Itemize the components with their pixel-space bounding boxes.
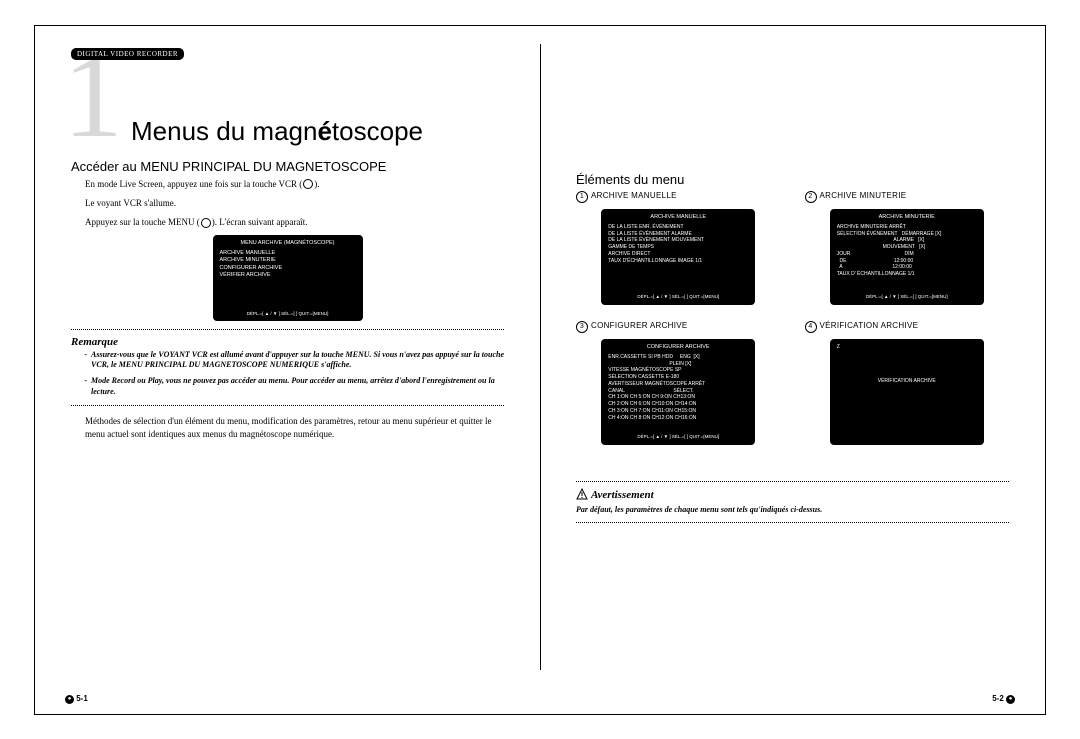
item-1-text: ARCHIVE MANUELLE bbox=[591, 191, 677, 200]
circled-3: 3 bbox=[576, 321, 588, 333]
rule-2 bbox=[71, 405, 504, 406]
warning-icon bbox=[576, 488, 588, 500]
step3-a: Appuyez sur la touche MENU ( bbox=[85, 217, 200, 227]
osd-item: ARCHIVE MANUELLE bbox=[220, 250, 356, 257]
item-1-label: 1ARCHIVE MANUELLE bbox=[576, 191, 781, 203]
page-number-text: 5-2 bbox=[992, 694, 1004, 703]
sb-z: Z bbox=[837, 344, 977, 351]
osd-verification-archive: Z VÉRIFICATION ARCHIVE bbox=[830, 339, 984, 445]
right-page: Éléments du menu 1ARCHIVE MANUELLE ARCHI… bbox=[540, 26, 1045, 714]
sb-l: TAUX D'ÉCHANTILLONNAGE IMAGE 1/1 bbox=[608, 258, 748, 265]
item-4-label: 4VÉRIFICATION ARCHIVE bbox=[805, 321, 1010, 333]
sb-t: ARCHIVE MANUELLE bbox=[608, 214, 748, 221]
sb-l: CH 1:ON CH 5:ON CH 9:ON CH13:ON bbox=[608, 394, 748, 401]
item-3-text: CONFIGURER ARCHIVE bbox=[591, 321, 688, 330]
menu-items-row-2: 3CONFIGURER ARCHIVE CONFIGURER ARCHIVE E… bbox=[576, 321, 1009, 445]
rule-4 bbox=[576, 522, 1009, 523]
sb-l: JOUR DIM bbox=[837, 251, 977, 258]
sb-l: TAUX D' ÉCHANTILLONNAGE 1/1 bbox=[837, 271, 977, 278]
item-3: 3CONFIGURER ARCHIVE CONFIGURER ARCHIVE E… bbox=[576, 321, 781, 445]
chapter-title-a: Menus du magn bbox=[131, 116, 317, 146]
sb-l: CANAL SÉLECT. bbox=[608, 388, 748, 395]
sb-l: ARCHIVE MINUTERIE ARRÊT bbox=[837, 224, 977, 231]
remarque-block: Assurez-vous que le VOYANT VCR est allum… bbox=[71, 350, 504, 398]
sb-l: VÉRIFICATION ARCHIVE bbox=[837, 378, 977, 385]
sb-f: DÉPL.=[ ▲ / ▼ ] SÉL.=[ ] QUIT.=[MENU] bbox=[608, 434, 748, 440]
sb-l: MOUVEMENT [X] bbox=[837, 244, 977, 251]
remarque-item: Mode Record ou Play, vous ne pouvez pas … bbox=[91, 376, 504, 397]
item-4-text: VÉRIFICATION ARCHIVE bbox=[820, 321, 919, 330]
page-number-bullet: ● bbox=[65, 695, 74, 704]
sb-t: ARCHIVE MINUTERIE bbox=[837, 214, 977, 221]
sb-l: DE LA LISTE ENR. ÉVÉNEMENT bbox=[608, 224, 748, 231]
sb-l: AVERTISSEUR MAGNÉTOSCOPE ARRÊT bbox=[608, 381, 748, 388]
circled-1: 1 bbox=[576, 191, 588, 203]
right-section-heading: Éléments du menu bbox=[576, 172, 1009, 187]
osd-configurer-archive: CONFIGURER ARCHIVE ENR.CASSETTE SI PB HD… bbox=[601, 339, 755, 445]
item-2-text: ARCHIVE MINUTERIE bbox=[820, 191, 907, 200]
sb-l: SÉLECTION ÉVÉNEMENT DÉMARRAGE [X] bbox=[837, 231, 977, 238]
menu-items-row-1: 1ARCHIVE MANUELLE ARCHIVE MANUELLE DE LA… bbox=[576, 191, 1009, 305]
page-number-left: ● 5-1 bbox=[65, 694, 88, 703]
spacer bbox=[837, 350, 977, 378]
step1-b: ). bbox=[314, 179, 319, 189]
osd-title: MENU ARCHIVE (MAGNÉTOSCOPE) bbox=[220, 240, 356, 247]
item-1: 1ARCHIVE MANUELLE ARCHIVE MANUELLE DE LA… bbox=[576, 191, 781, 305]
item-2-label: 2ARCHIVE MINUTERIE bbox=[805, 191, 1010, 203]
vcr-button-icon bbox=[303, 179, 313, 189]
page-number-bullet: ● bbox=[1006, 695, 1015, 704]
step-2: Le voyant VCR s'allume. bbox=[85, 197, 504, 210]
step-3: Appuyez sur la touche MENU ( ). L'écran s… bbox=[85, 216, 504, 229]
step1-a: En mode Live Screen, appuyez une fois su… bbox=[85, 179, 302, 189]
sb-l: CH 2:ON CH 6:ON CH10:ON CH14:ON bbox=[608, 401, 748, 408]
osd-screen-main: MENU ARCHIVE (MAGNÉTOSCOPE) ARCHIVE MANU… bbox=[213, 235, 363, 321]
page-number-text: 5-1 bbox=[76, 694, 88, 703]
menu-button-icon bbox=[201, 218, 211, 228]
sb-l: DE 12:00:00 bbox=[837, 258, 977, 265]
sb-l: SÉLECTION CASSETTE E-180 bbox=[608, 374, 748, 381]
osd-footer: DÉPL.=[ ▲ / ▼ ] SÉL.=[ ] QUIT.=[MENU] bbox=[220, 311, 356, 317]
sb-l: ALARME [X] bbox=[837, 237, 977, 244]
left-section-heading: Accéder au MENU PRINCIPAL DU MAGNETOSCOP… bbox=[71, 159, 504, 174]
page-spread: DIGITAL VIDEO RECORDER 1 Menus du magnét… bbox=[34, 25, 1046, 715]
item-4: 4VÉRIFICATION ARCHIVE Z VÉRIFICATION ARC… bbox=[805, 321, 1010, 445]
sb-l: ARCHIVE DIRECT bbox=[608, 251, 748, 258]
chapter-title-c: toscope bbox=[332, 116, 423, 146]
sb-txt: ARCHIVE MINUTERIE ARRÊT bbox=[837, 224, 906, 231]
osd-item: VÉRIFIER ARCHIVE bbox=[220, 272, 356, 279]
avertissement-body: Par défaut, les paramètres de chaque men… bbox=[576, 505, 1009, 514]
sb-t: CONFIGURER ARCHIVE bbox=[608, 344, 748, 351]
page-number-right: 5-2 ● bbox=[992, 694, 1015, 703]
step-1: En mode Live Screen, appuyez une fois su… bbox=[85, 178, 504, 191]
osd-archive-manuelle: ARCHIVE MANUELLE DE LA LISTE ENR. ÉVÉNEM… bbox=[601, 209, 755, 305]
tail-note: Méthodes de sélection d'un élément du me… bbox=[85, 415, 504, 441]
left-page: DIGITAL VIDEO RECORDER 1 Menus du magnét… bbox=[35, 26, 540, 714]
avertissement-heading: Avertissement bbox=[576, 488, 1009, 501]
osd-archive-minuterie: ARCHIVE MINUTERIE ARCHIVE MINUTERIE ARRÊ… bbox=[830, 209, 984, 305]
remarque-heading: Remarque bbox=[71, 336, 504, 348]
sb-l: CH 4:ON CH 8:ON CH12:ON CH16:ON bbox=[608, 415, 748, 422]
avertissement-text: Avertissement bbox=[591, 489, 654, 501]
osd-item: ARCHIVE MINUTERIE bbox=[220, 257, 356, 264]
circled-2: 2 bbox=[805, 191, 817, 203]
rule-3 bbox=[576, 481, 1009, 482]
item-2: 2ARCHIVE MINUTERIE ARCHIVE MINUTERIE ARC… bbox=[805, 191, 1010, 305]
remarque-item: Assurez-vous que le VOYANT VCR est allum… bbox=[91, 350, 504, 371]
sb-l: GAMME DE TEMPS bbox=[608, 244, 748, 251]
chapter-title-b: é bbox=[317, 116, 331, 146]
circled-4: 4 bbox=[805, 321, 817, 333]
sb-l: CH 3:ON CH 7:ON CH11:ON CH15:ON bbox=[608, 408, 748, 415]
left-body: En mode Live Screen, appuyez une fois su… bbox=[85, 178, 504, 229]
header-pill: DIGITAL VIDEO RECORDER bbox=[71, 48, 184, 60]
rule-1 bbox=[71, 329, 504, 330]
step3-b: ). L'écran suivant apparaît. bbox=[212, 217, 308, 227]
sb-f: DÉPL.=[ ▲ / ▼ ] SÉL.=[ ] QUIT.=[MENU] bbox=[837, 294, 977, 300]
sb-l: DE LA LISTE ÉVÉNEMENT MOUVEMENT bbox=[608, 237, 748, 244]
sb-f: DÉPL.=[ ▲ / ▼ ] SÉL.=[ ] QUIT.=[MENU] bbox=[608, 294, 748, 300]
chapter-title: Menus du magnétoscope bbox=[131, 116, 504, 147]
sb-l: ENR.CASSETTE SI PB HDD ENG [X] bbox=[608, 354, 748, 361]
item-3-label: 3CONFIGURER ARCHIVE bbox=[576, 321, 781, 333]
